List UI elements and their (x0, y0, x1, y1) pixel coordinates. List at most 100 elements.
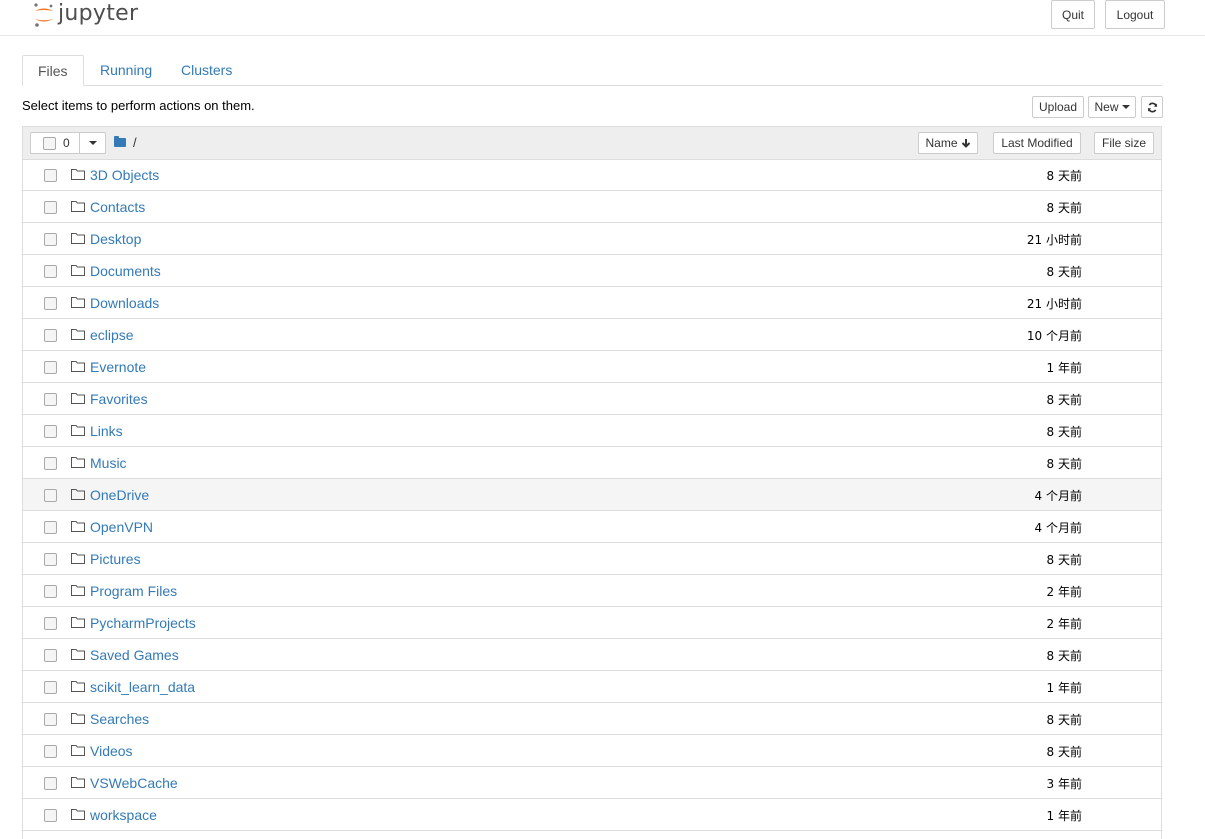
sort-by-name-button[interactable]: Name (918, 132, 978, 154)
upload-button[interactable]: Upload (1032, 96, 1084, 118)
item-last-modified: 4 个月前 (1034, 521, 1082, 535)
list-item[interactable]: scikit_learn_data 1 年前 (23, 671, 1161, 703)
list-item[interactable]: Evernote 1 年前 (23, 351, 1161, 383)
item-name-link[interactable]: OneDrive (90, 487, 149, 503)
select-all-checkbox[interactable] (43, 137, 56, 150)
tab-clusters[interactable]: Clusters (166, 55, 247, 85)
item-checkbox[interactable] (44, 681, 57, 694)
sort-by-last-modified-button[interactable]: Last Modified (993, 132, 1081, 154)
item-name-link[interactable]: Links (90, 423, 123, 439)
item-name-link[interactable]: Favorites (90, 391, 148, 407)
list-item[interactable]: OneDrive 4 个月前 (23, 479, 1161, 511)
item-checkbox[interactable] (44, 457, 57, 470)
item-name-link[interactable]: Saved Games (90, 647, 179, 663)
folder-icon (71, 777, 85, 788)
item-name-link[interactable]: Videos (90, 743, 133, 759)
item-last-modified: 8 天前 (1046, 649, 1082, 663)
item-last-modified: 4 个月前 (1034, 489, 1082, 503)
item-last-modified: 1 年前 (1046, 809, 1082, 823)
jupyter-logo-icon (34, 3, 53, 27)
refresh-button[interactable] (1141, 96, 1163, 118)
list-item[interactable]: Searches 8 天前 (23, 703, 1161, 735)
item-name-link[interactable]: Program Files (90, 583, 177, 599)
item-checkbox[interactable] (44, 265, 57, 278)
item-checkbox[interactable] (44, 361, 57, 374)
item-checkbox[interactable] (44, 553, 57, 566)
item-checkbox[interactable] (44, 489, 57, 502)
folder-icon (71, 329, 85, 340)
list-item[interactable]: Saved Games 8 天前 (23, 639, 1161, 671)
item-checkbox[interactable] (44, 585, 57, 598)
jupyter-logo[interactable]: jupyter (33, 0, 138, 30)
item-name-link[interactable]: Evernote (90, 359, 146, 375)
new-label: New (1094, 100, 1119, 114)
item-name-link[interactable]: OpenVPN (90, 519, 153, 535)
item-checkbox[interactable] (44, 201, 57, 214)
item-checkbox[interactable] (44, 649, 57, 662)
item-checkbox[interactable] (44, 809, 57, 822)
folder-icon (71, 745, 85, 756)
item-name-link[interactable]: Music (90, 455, 127, 471)
list-item[interactable]: OpenVPN 4 个月前 (23, 511, 1161, 543)
item-last-modified: 1 年前 (1046, 681, 1082, 695)
item-checkbox[interactable] (44, 169, 57, 182)
list-item[interactable]: 3D Objects 8 天前 (23, 159, 1161, 191)
tab-running[interactable]: Running (85, 55, 167, 85)
folder-icon (71, 553, 85, 564)
select-all-group[interactable]: 0 (30, 132, 106, 154)
item-checkbox[interactable] (44, 745, 57, 758)
item-checkbox[interactable] (44, 329, 57, 342)
list-item[interactable]: Links 8 天前 (23, 415, 1161, 447)
item-checkbox[interactable] (44, 521, 57, 534)
item-name-link[interactable]: Downloads (90, 295, 159, 311)
list-item[interactable]: Desktop 21 小时前 (23, 223, 1161, 255)
list-item[interactable]: Contacts 8 天前 (23, 191, 1161, 223)
item-name-link[interactable]: Searches (90, 711, 149, 727)
quit-button[interactable]: Quit (1051, 0, 1095, 29)
select-dropdown-button[interactable] (79, 132, 106, 154)
list-item[interactable]: Videos 8 天前 (23, 735, 1161, 767)
item-checkbox[interactable] (44, 713, 57, 726)
item-checkbox[interactable] (44, 777, 57, 790)
list-item[interactable]: Pictures 8 天前 (23, 543, 1161, 575)
list-item[interactable]: Music 8 天前 (23, 447, 1161, 479)
folder-icon (71, 521, 85, 532)
item-name-link[interactable]: VSWebCache (90, 775, 178, 791)
item-last-modified: 3 年前 (1046, 777, 1082, 791)
list-item[interactable]: PycharmProjects 2 年前 (23, 607, 1161, 639)
item-checkbox[interactable] (44, 297, 57, 310)
item-name-link[interactable]: scikit_learn_data (90, 679, 195, 695)
folder-icon (71, 297, 85, 308)
item-last-modified: 21 小时前 (1026, 233, 1082, 247)
item-name-link[interactable]: Documents (90, 263, 161, 279)
breadcrumb-root[interactable]: / (133, 135, 137, 150)
list-item[interactable]: Downloads 21 小时前 (23, 287, 1161, 319)
list-item[interactable]: Program Files 2 年前 (23, 575, 1161, 607)
list-item[interactable]: Documents 8 天前 (23, 255, 1161, 287)
item-name-link[interactable]: workspace (90, 807, 157, 823)
list-item[interactable]: eclipse 10 个月前 (23, 319, 1161, 351)
tab-files[interactable]: Files (22, 55, 84, 86)
item-checkbox[interactable] (44, 425, 57, 438)
folder-icon (71, 809, 85, 820)
folder-icon (71, 649, 85, 660)
item-name-link[interactable]: Desktop (90, 231, 141, 247)
list-item[interactable]: workspace 1 年前 (23, 799, 1161, 831)
item-checkbox[interactable] (44, 393, 57, 406)
item-checkbox[interactable] (44, 233, 57, 246)
item-name-link[interactable]: Contacts (90, 199, 145, 215)
breadcrumb[interactable]: / (114, 135, 137, 150)
sort-by-file-size-button[interactable]: File size (1094, 132, 1154, 154)
logout-button[interactable]: Logout (1105, 0, 1165, 29)
item-last-modified: 8 天前 (1046, 745, 1082, 759)
item-name-link[interactable]: PycharmProjects (90, 615, 196, 631)
item-name-link[interactable]: Pictures (90, 551, 141, 567)
item-last-modified: 2 年前 (1046, 617, 1082, 631)
item-checkbox[interactable] (44, 617, 57, 630)
item-name-link[interactable]: eclipse (90, 327, 134, 343)
list-item[interactable]: Favorites 8 天前 (23, 383, 1161, 415)
list-item[interactable]: VSWebCache 3 年前 (23, 767, 1161, 799)
item-name-link[interactable]: 3D Objects (90, 167, 159, 183)
caret-down-icon (1121, 105, 1130, 109)
new-dropdown-button[interactable]: New (1088, 96, 1136, 118)
